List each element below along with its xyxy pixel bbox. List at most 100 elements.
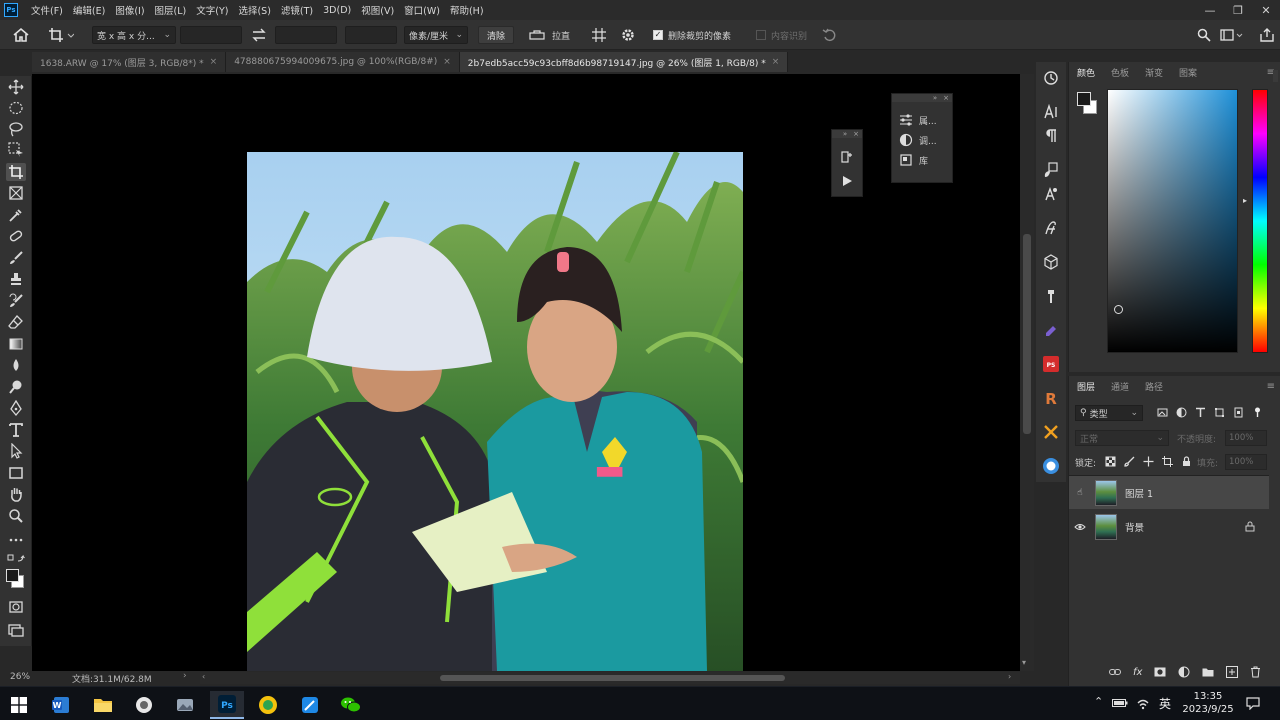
vertical-scroll-thumb[interactable] bbox=[1023, 234, 1031, 434]
libraries-panel-button[interactable]: 库 bbox=[892, 150, 952, 170]
new-adjustment-layer-icon[interactable] bbox=[1178, 666, 1190, 678]
filter-toggle-icon[interactable] bbox=[1252, 407, 1263, 418]
layer-style-fx-icon[interactable]: fx bbox=[1133, 667, 1142, 678]
filter-type-icon[interactable] bbox=[1195, 407, 1206, 418]
saturation-brightness-field[interactable] bbox=[1107, 89, 1238, 353]
file-explorer-icon[interactable] bbox=[86, 691, 120, 719]
tab-patterns[interactable]: 图案 bbox=[1171, 66, 1205, 79]
eraser-plugin-icon[interactable] bbox=[1041, 320, 1061, 340]
collapse-icon[interactable]: » bbox=[933, 94, 937, 102]
wechat-app-icon[interactable] bbox=[334, 691, 368, 719]
add-mask-icon[interactable] bbox=[1154, 667, 1166, 677]
tool-presets-icon[interactable] bbox=[1041, 286, 1061, 306]
photo-image[interactable]: ▆▆▆ bbox=[247, 152, 743, 671]
menu-view[interactable]: 视图(V) bbox=[356, 3, 399, 17]
tab-document-2[interactable]: 478880675994009675.jpg @ 100%(RGB/8#) × bbox=[226, 52, 460, 72]
windows-start-icon[interactable] bbox=[2, 691, 36, 719]
input-method-indicator[interactable]: 英 bbox=[1159, 695, 1171, 712]
tab-channels[interactable]: 通道 bbox=[1103, 380, 1137, 393]
healing-brush-tool-icon[interactable] bbox=[6, 227, 26, 245]
height-input[interactable] bbox=[275, 26, 337, 44]
filter-adjustment-icon[interactable] bbox=[1176, 407, 1187, 418]
delete-layer-trash-icon[interactable] bbox=[1250, 666, 1261, 678]
new-group-folder-icon[interactable] bbox=[1202, 667, 1214, 677]
hue-slider[interactable] bbox=[1252, 89, 1268, 353]
reset-icon[interactable] bbox=[822, 26, 838, 44]
menu-filter[interactable]: 滤镜(T) bbox=[276, 3, 318, 17]
photoshop-app-icon[interactable]: Ps bbox=[210, 691, 244, 719]
gradient-tool-icon[interactable] bbox=[6, 335, 26, 353]
swap-dimensions-icon[interactable] bbox=[251, 26, 267, 44]
swap-colors-icon[interactable] bbox=[6, 552, 26, 564]
zoom-tool-icon[interactable] bbox=[6, 507, 26, 525]
horizontal-scroll-thumb[interactable] bbox=[440, 675, 785, 681]
dodge-tool-icon[interactable] bbox=[6, 378, 26, 396]
clear-button[interactable]: 清除 bbox=[478, 26, 515, 44]
menu-layer[interactable]: 图层(L) bbox=[150, 3, 192, 17]
menu-image[interactable]: 图像(I) bbox=[110, 3, 149, 17]
lock-image-pixels-icon[interactable] bbox=[1124, 456, 1135, 467]
word-app-icon[interactable]: W bbox=[44, 691, 78, 719]
glyphs-icon[interactable] bbox=[1041, 184, 1061, 204]
app-icon-green-circle[interactable] bbox=[251, 691, 285, 719]
lock-position-icon[interactable] bbox=[1143, 456, 1154, 467]
tab-layers[interactable]: 图层 bbox=[1069, 380, 1103, 393]
network-icon[interactable] bbox=[1135, 696, 1151, 710]
width-input[interactable] bbox=[180, 26, 242, 44]
paragraph-icon[interactable] bbox=[1041, 126, 1061, 146]
zoom-level[interactable]: 26% bbox=[10, 672, 30, 682]
crop-ratio-select[interactable]: 宽 x 高 x 分... ⌄ bbox=[92, 26, 176, 44]
menu-type[interactable]: 文字(Y) bbox=[191, 3, 233, 17]
scroll-right-arrow-icon[interactable]: › bbox=[1008, 672, 1011, 681]
resolution-input[interactable] bbox=[345, 26, 397, 44]
plugin-icon-r[interactable]: R bbox=[1041, 388, 1061, 408]
path-selection-tool-icon[interactable] bbox=[6, 442, 26, 460]
history-panel-icon[interactable] bbox=[840, 150, 854, 164]
object-selection-tool-icon[interactable] bbox=[6, 141, 26, 159]
type-tool-icon[interactable] bbox=[6, 421, 26, 439]
menu-window[interactable]: 窗口(W) bbox=[399, 3, 445, 17]
properties-panel-button[interactable]: 属... bbox=[892, 110, 952, 130]
straighten-label[interactable]: 拉直 bbox=[552, 26, 570, 44]
panel-scrollbar[interactable] bbox=[1273, 70, 1278, 82]
quick-mask-icon[interactable] bbox=[6, 598, 26, 616]
foreground-background-color-swatch[interactable] bbox=[6, 568, 26, 592]
tray-expand-chevron-icon[interactable]: ⌃ bbox=[1094, 695, 1103, 708]
foreground-color-chip[interactable] bbox=[1077, 92, 1091, 106]
history-icon[interactable] bbox=[1041, 68, 1061, 88]
panel-menu-icon[interactable]: ≡ bbox=[1267, 381, 1280, 392]
screen-mode-icon[interactable] bbox=[6, 621, 26, 639]
blur-tool-icon[interactable] bbox=[6, 356, 26, 374]
delete-cropped-checkbox[interactable]: ✓ 删除裁剪的像素 bbox=[653, 26, 731, 44]
hand-tool-icon[interactable] bbox=[6, 485, 26, 503]
more-tools-icon[interactable] bbox=[6, 531, 26, 549]
vertical-scrollbar[interactable]: ▾ bbox=[1020, 74, 1034, 671]
opacity-input[interactable]: 100% bbox=[1225, 430, 1267, 446]
close-icon[interactable]: × bbox=[772, 57, 780, 67]
adjustments-panel-button[interactable]: 调... bbox=[892, 130, 952, 150]
move-tool-icon[interactable] bbox=[6, 78, 26, 96]
new-layer-icon[interactable] bbox=[1226, 666, 1239, 678]
minimize-button[interactable]: — bbox=[1196, 0, 1224, 20]
filter-smart-object-icon[interactable] bbox=[1233, 407, 1244, 418]
lock-artboard-icon[interactable] bbox=[1162, 456, 1173, 467]
battery-icon[interactable] bbox=[1112, 698, 1128, 708]
plugin-icon-red[interactable]: PS bbox=[1041, 354, 1061, 374]
close-icon[interactable]: × bbox=[210, 57, 218, 67]
search-icon[interactable] bbox=[1197, 26, 1211, 44]
fg-bg-color-indicator[interactable] bbox=[1077, 92, 1099, 116]
straighten-icon[interactable] bbox=[528, 26, 546, 44]
menu-file[interactable]: 文件(F) bbox=[26, 3, 68, 17]
status-menu-arrow-icon[interactable]: › bbox=[183, 671, 187, 681]
lock-icon[interactable] bbox=[1245, 521, 1255, 532]
tab-document-3[interactable]: 2b7edb5acc59c93cbff8d6b98719147.jpg @ 26… bbox=[459, 52, 789, 72]
rectangle-tool-icon[interactable] bbox=[6, 464, 26, 482]
frame-tool-icon[interactable] bbox=[6, 184, 26, 202]
play-action-icon[interactable] bbox=[841, 175, 853, 187]
menu-select[interactable]: 选择(S) bbox=[233, 3, 275, 17]
lock-all-icon[interactable] bbox=[1181, 456, 1192, 467]
menu-help[interactable]: 帮助(H) bbox=[445, 3, 489, 17]
tab-swatches[interactable]: 色板 bbox=[1103, 66, 1137, 79]
blend-mode-select[interactable]: 正常 ⌄ bbox=[1075, 430, 1169, 446]
plugin-icon-circle[interactable] bbox=[1041, 456, 1061, 476]
